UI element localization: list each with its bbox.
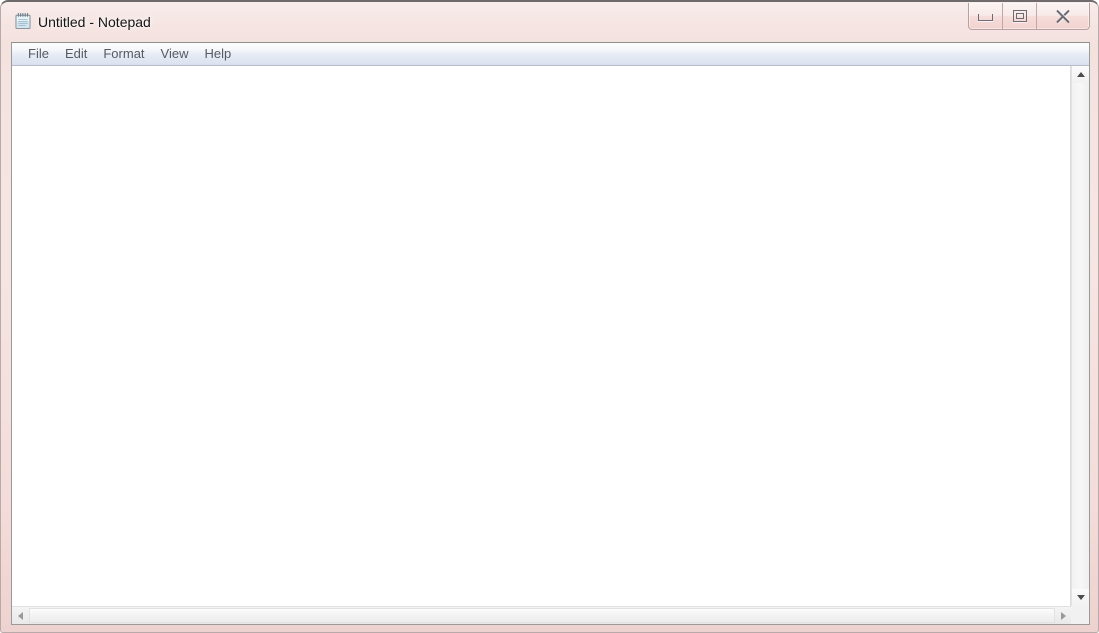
triangle-down-icon [1076,595,1085,600]
restore-button[interactable] [1003,3,1037,29]
client-area: File Edit Format View Help [11,42,1090,625]
menu-bar: File Edit Format View Help [12,43,1089,66]
notepad-icon [14,12,32,30]
menu-item-format[interactable]: Format [95,44,152,64]
restore-icon [1012,10,1027,22]
text-editor[interactable] [12,66,1071,606]
editor-content[interactable] [12,66,1070,68]
menu-item-view[interactable]: View [153,44,197,64]
triangle-up-icon [1076,72,1085,77]
menu-item-help[interactable]: Help [196,44,239,64]
minimize-button[interactable] [969,3,1003,29]
scroll-right-button[interactable] [1055,607,1072,624]
close-icon [1056,9,1071,24]
horizontal-scrollbar[interactable] [12,606,1089,624]
triangle-right-icon [1061,611,1066,620]
minimize-icon [978,14,993,21]
scroll-left-button[interactable] [12,607,29,624]
window-controls [968,3,1090,30]
vertical-scrollbar[interactable] [1071,66,1089,606]
menu-item-file[interactable]: File [20,44,57,64]
notepad-window: Untitled - Notepad File Edit Format View… [0,0,1099,633]
scrollbar-corner [1071,606,1089,624]
scroll-down-button[interactable] [1072,589,1089,606]
title-bar[interactable]: Untitled - Notepad [1,2,1098,42]
scroll-up-button[interactable] [1072,66,1089,83]
window-title: Untitled - Notepad [38,14,151,30]
menu-item-edit[interactable]: Edit [57,44,95,64]
horizontal-scroll-track[interactable] [29,608,1055,623]
close-button[interactable] [1037,3,1089,29]
triangle-left-icon [18,611,23,620]
